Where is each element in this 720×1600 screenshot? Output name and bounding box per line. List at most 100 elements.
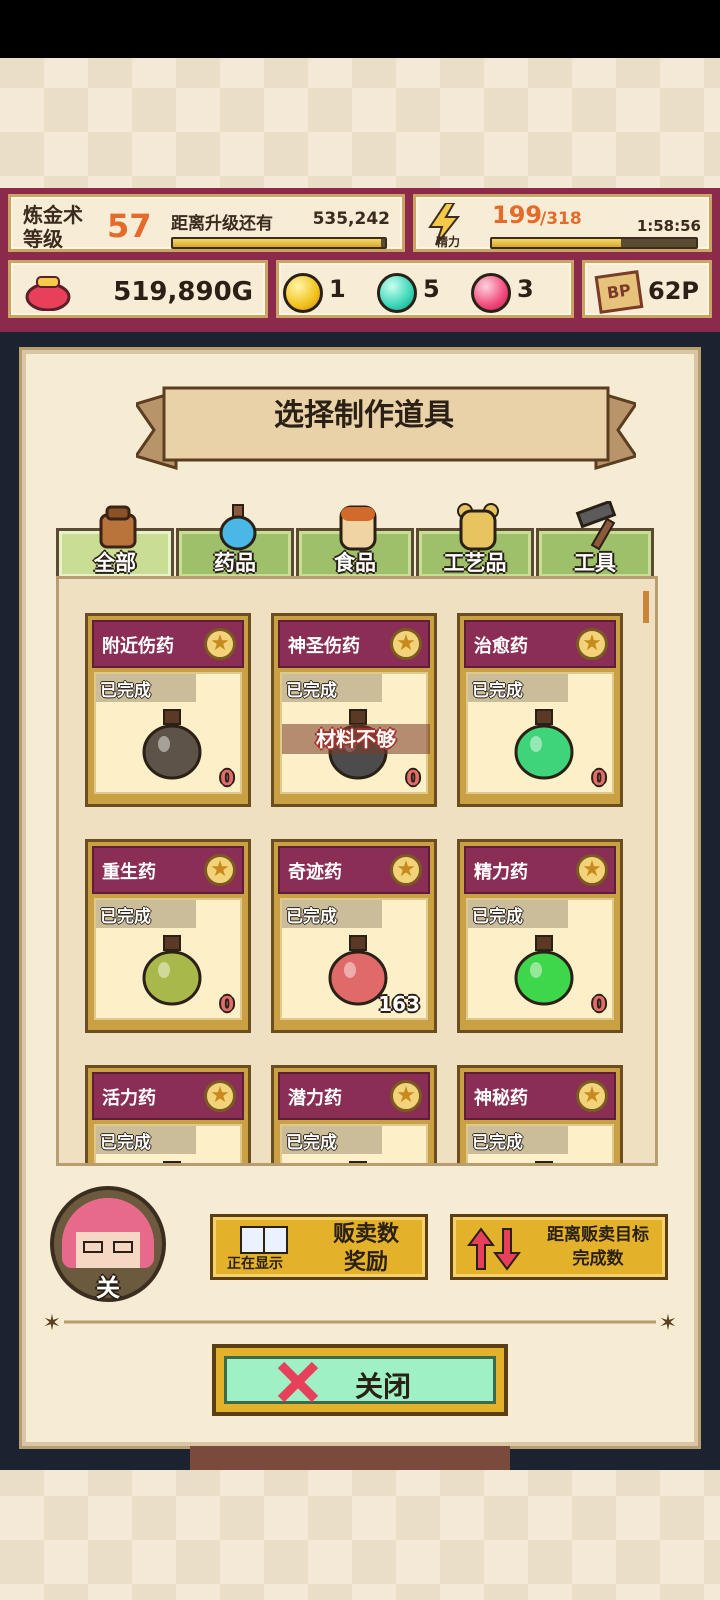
star-icon[interactable]: ★ bbox=[204, 628, 236, 660]
recipe-name: 奇迹药 bbox=[288, 862, 342, 883]
gems-panel: 1 5 3 bbox=[276, 260, 574, 318]
pink-gem-count: 3 bbox=[517, 275, 534, 303]
recipe-card-body: 已完成 bbox=[280, 1124, 428, 1163]
dialog-title: 选择制作道具 bbox=[274, 398, 454, 433]
owned-count: 0 bbox=[220, 766, 234, 790]
recipe-name: 治愈药 bbox=[474, 636, 528, 657]
recipe-card[interactable]: 重生药 ★ 已完成 0 bbox=[85, 839, 251, 1033]
energy-caption: 精力 bbox=[436, 235, 461, 249]
yellow-gem-count: 1 bbox=[329, 275, 346, 303]
recipe-card[interactable]: 潜力药 ★ 已完成 bbox=[271, 1065, 437, 1163]
recipe-name: 神圣伤药 bbox=[288, 636, 360, 657]
recipe-card[interactable]: 附近伤药 ★ 已完成 0 bbox=[85, 613, 251, 807]
sales-target-button[interactable]: 距离贩卖目标 完成数 bbox=[450, 1214, 668, 1280]
recipe-name: 神秘药 bbox=[474, 1088, 528, 1109]
energy-progress-fill bbox=[492, 239, 621, 247]
recipe-card[interactable]: 神圣伤药 ★ 已完成 材料不够 0 bbox=[271, 613, 437, 807]
recipe-name: 精力药 bbox=[474, 862, 528, 883]
pink-gem-icon bbox=[471, 273, 511, 313]
energy-timer: 1:58:56 bbox=[636, 217, 701, 235]
tab-crafts-label: 工艺品 bbox=[443, 551, 507, 575]
tab-all-label: 全部 bbox=[94, 551, 136, 575]
star-icon[interactable]: ★ bbox=[204, 854, 236, 886]
swap-arrows-icon bbox=[467, 1227, 521, 1271]
recipe-card-body: 已完成 0 bbox=[94, 672, 242, 794]
tab-tools[interactable]: 工具 bbox=[536, 501, 654, 580]
close-button[interactable]: 关闭 bbox=[212, 1344, 508, 1416]
completed-label: 已完成 bbox=[286, 681, 337, 701]
insufficient-materials-label: 材料不够 bbox=[282, 724, 430, 754]
recipe-name: 潜力药 bbox=[288, 1088, 342, 1109]
svg-text:✶: ✶ bbox=[43, 1311, 61, 1334]
completed-label: 已完成 bbox=[100, 1133, 151, 1153]
owned-count: 0 bbox=[592, 766, 606, 790]
tab-food-label: 食品 bbox=[334, 551, 376, 575]
recipe-name: 附近伤药 bbox=[102, 636, 174, 657]
level-progress-fill bbox=[173, 239, 381, 247]
sales-target-label: 距离贩卖目标 完成数 bbox=[547, 1225, 649, 1269]
completed-label: 已完成 bbox=[472, 907, 523, 927]
potion-icon bbox=[219, 504, 257, 551]
completed-label: 已完成 bbox=[472, 681, 523, 701]
potion-bottle-icon bbox=[514, 709, 574, 780]
recipe-card-header: 精力药 ★ bbox=[464, 846, 616, 894]
owned-count: 0 bbox=[220, 992, 234, 1016]
category-tabs: 全部 药品 食品 工艺品 工具 bbox=[56, 501, 676, 580]
recipe-card[interactable]: 奇迹药 ★ 已完成 163 bbox=[271, 839, 437, 1033]
owned-count: 0 bbox=[592, 992, 606, 1016]
tab-food[interactable]: 食品 bbox=[296, 505, 414, 580]
tab-all[interactable]: 全部 bbox=[56, 505, 174, 580]
potion-bottle-icon bbox=[142, 709, 202, 780]
energy-panel: 精力 199 /318 1:58:56 bbox=[413, 194, 712, 252]
energy-max: /318 bbox=[540, 209, 582, 229]
next-level-value: 535,242 bbox=[312, 209, 390, 229]
completed-label: 已完成 bbox=[100, 907, 151, 927]
star-icon[interactable]: ★ bbox=[390, 854, 422, 886]
item-list[interactable]: 附近伤药 ★ 已完成 0 神圣伤药 ★ 已完成 材料不够 0 治愈药 ★ 已完成… bbox=[56, 576, 658, 1166]
recipe-card[interactable]: 精力药 ★ 已完成 0 bbox=[457, 839, 623, 1033]
recipe-card[interactable]: 治愈药 ★ 已完成 0 bbox=[457, 613, 623, 807]
potion-bottle-icon bbox=[535, 1161, 553, 1163]
bread-icon bbox=[339, 505, 377, 551]
gold-panel: 519,890G bbox=[8, 260, 268, 318]
next-level-label: 距离升级还有 bbox=[171, 214, 273, 234]
recipe-card-header: 神秘药 ★ bbox=[464, 1072, 616, 1120]
tab-medicine[interactable]: 药品 bbox=[176, 504, 294, 580]
book-icon bbox=[240, 1226, 288, 1254]
ornament-divider: ✶ ✶ bbox=[43, 1311, 677, 1334]
energy-progress-bar bbox=[490, 237, 698, 249]
star-icon[interactable]: ★ bbox=[390, 1080, 422, 1112]
recipe-card-header: 重生药 ★ bbox=[92, 846, 244, 894]
sales-reward-button[interactable]: 正在显示 贩卖数 奖励 bbox=[210, 1214, 428, 1280]
recipe-card[interactable]: 神秘药 ★ 已完成 bbox=[457, 1065, 623, 1163]
star-icon[interactable]: ★ bbox=[204, 1080, 236, 1112]
assistant-avatar bbox=[62, 1198, 154, 1268]
bear-icon bbox=[457, 503, 499, 551]
recipe-card-header: 奇迹药 ★ bbox=[278, 846, 430, 894]
recipe-card[interactable]: 活力药 ★ 已完成 bbox=[85, 1065, 251, 1163]
svg-text:✶: ✶ bbox=[659, 1311, 677, 1334]
recipe-card-header: 潜力药 ★ bbox=[278, 1072, 430, 1120]
yellow-gem-icon bbox=[283, 273, 323, 313]
close-button-label: 关闭 bbox=[355, 1370, 412, 1403]
teal-gem-icon bbox=[377, 273, 417, 313]
star-icon[interactable]: ★ bbox=[576, 1080, 608, 1112]
tab-tools-label: 工具 bbox=[574, 551, 616, 575]
alchemy-level-panel: 炼金术 等级 57 距离升级还有 535,242 bbox=[8, 194, 405, 252]
recipe-card-header: 活力药 ★ bbox=[92, 1072, 244, 1120]
assistant-avatar-button[interactable]: 关 bbox=[50, 1186, 166, 1302]
star-icon[interactable]: ★ bbox=[390, 628, 422, 660]
completed-label: 已完成 bbox=[286, 1133, 337, 1153]
alchemy-level-label: 炼金术 等级 bbox=[23, 203, 83, 251]
star-icon[interactable]: ★ bbox=[576, 628, 608, 660]
assistant-avatar-label: 关 bbox=[96, 1274, 120, 1302]
star-icon[interactable]: ★ bbox=[576, 854, 608, 886]
recipe-card-body: 已完成 bbox=[94, 1124, 242, 1163]
scene-strip bbox=[190, 1446, 510, 1470]
alchemy-level-value: 57 bbox=[107, 207, 152, 245]
recipe-card-body: 已完成 0 bbox=[94, 898, 242, 1020]
list-scrollbar[interactable] bbox=[643, 591, 649, 623]
tab-crafts[interactable]: 工艺品 bbox=[416, 503, 534, 580]
recipe-card-header: 附近伤药 ★ bbox=[92, 620, 244, 668]
tab-medicine-label: 药品 bbox=[214, 551, 256, 575]
